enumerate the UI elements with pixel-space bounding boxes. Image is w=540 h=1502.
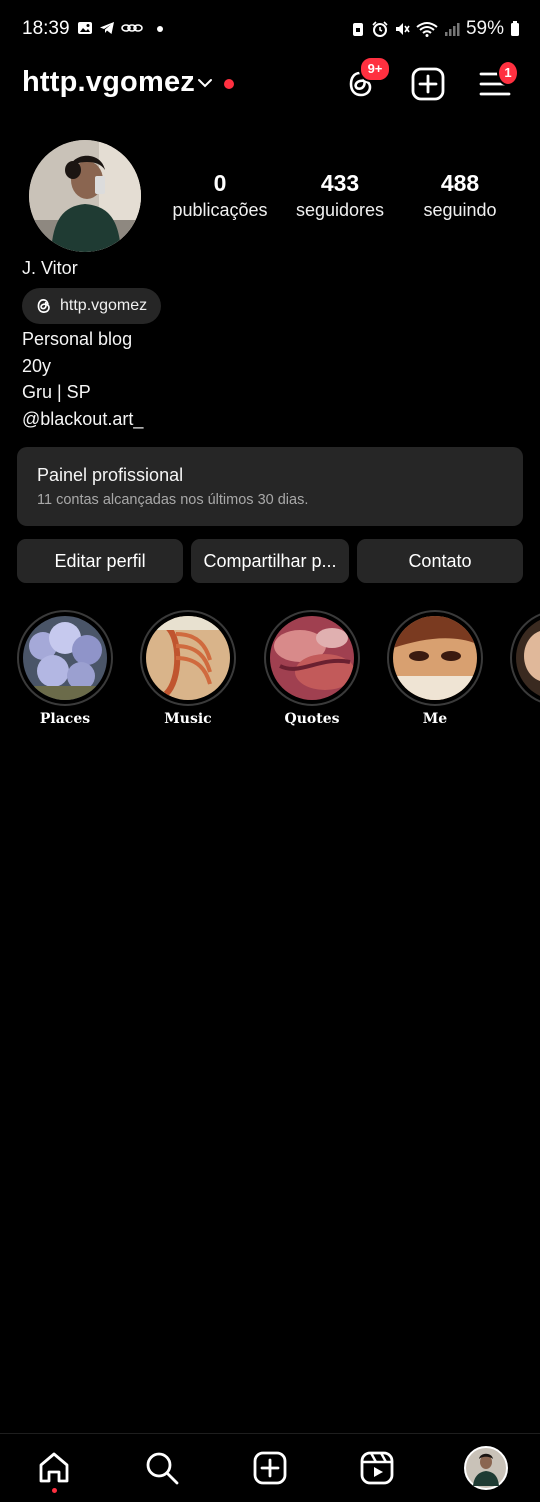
plus-square-icon (411, 67, 445, 101)
stat-posts[interactable]: 0 publicações (160, 168, 280, 222)
highlight-places[interactable]: Places (17, 610, 113, 727)
story-highlights: Places Music Quotes Me (0, 610, 540, 740)
bottom-navigation (0, 1433, 540, 1502)
gallery-icon (78, 22, 92, 34)
highlight-ring (387, 610, 483, 706)
panel-title: Painel profissional (37, 465, 184, 485)
home-icon (39, 1452, 69, 1483)
threads-button[interactable]: 9+ (343, 56, 391, 102)
stat-value: 488 (440, 170, 480, 196)
stat-value: 0 (213, 170, 227, 196)
highlight-label: Music (164, 711, 212, 727)
stat-value: 433 (320, 170, 360, 196)
nav-activity-dot (52, 1488, 57, 1493)
highlight-cover (146, 616, 230, 700)
bio-line: Gru | SP (22, 382, 91, 402)
search-icon (146, 1452, 179, 1485)
account-switcher-username[interactable]: http.vgomez (22, 66, 195, 99)
professional-dashboard-card[interactable]: Painel profissional 11 contas alcançadas… (17, 447, 523, 526)
highlight-ring (510, 610, 540, 706)
highlight-label: Quotes (284, 711, 340, 727)
panel-subtitle: 11 contas alcançadas nos últimos 30 dias… (37, 492, 309, 508)
avatar-photo (29, 140, 141, 252)
status-time: 18:39 (22, 18, 70, 39)
bio-line: 20y (22, 355, 52, 376)
threads-badge: 9+ (359, 56, 391, 82)
threads-handle: http.vgomez (60, 297, 148, 314)
share-profile-button[interactable]: Compartilhar p... (191, 539, 349, 583)
profile-avatar[interactable] (29, 140, 141, 252)
stat-followers[interactable]: 433 seguidores (280, 168, 400, 222)
telegram-icon (100, 22, 114, 34)
highlight-label: Me (422, 711, 448, 727)
chevron-down-icon[interactable] (196, 74, 214, 92)
highlight-label: Places (39, 711, 91, 727)
nav-search[interactable] (142, 1448, 182, 1488)
stat-label: seguindo (423, 200, 497, 220)
nav-home[interactable] (34, 1448, 74, 1493)
profile-header: http.vgomez 9+ 1 (0, 56, 540, 110)
bio-line: Personal blog (22, 329, 133, 349)
notification-dot (224, 79, 234, 89)
menu-button[interactable]: 1 (477, 60, 519, 102)
profile-avatar-icon (464, 1446, 508, 1490)
nav-create[interactable] (250, 1448, 290, 1488)
lock-icon (352, 23, 363, 36)
create-icon (253, 1451, 287, 1485)
threads-icon (37, 299, 50, 313)
highlight-cover (270, 616, 354, 700)
vpn-icon (121, 24, 143, 32)
stat-label: seguidores (295, 200, 385, 220)
nav-profile[interactable] (464, 1446, 508, 1490)
contact-button[interactable]: Contato (356, 539, 524, 583)
highlight-ring (264, 610, 360, 706)
menu-badge: 1 (497, 60, 519, 86)
highlight-cover (393, 616, 477, 700)
create-post-button[interactable] (410, 66, 446, 102)
highlight-ring (140, 610, 236, 706)
profile-actions: Editar perfil Compartilhar p... Contato (17, 539, 524, 583)
stat-following[interactable]: 488 seguindo (400, 168, 520, 222)
battery-percent: 59% (465, 18, 504, 39)
dot-icon (157, 26, 163, 32)
highlight-music[interactable]: Music (140, 610, 236, 727)
highlight-me[interactable]: Me (387, 610, 483, 727)
highlight-quotes[interactable]: Quotes (264, 610, 360, 727)
highlight-cover (23, 616, 107, 700)
signal-icon (444, 23, 460, 36)
threads-profile-link[interactable]: http.vgomez (22, 288, 162, 324)
highlight-ring (17, 610, 113, 706)
stat-label: publicações (172, 200, 268, 220)
highlight-cover (516, 616, 540, 700)
highlight-partial[interactable] (510, 610, 540, 711)
bio-mention-link[interactable]: @blackout.art_ (22, 406, 143, 433)
alarm-icon (372, 21, 388, 37)
nav-reels[interactable] (357, 1448, 397, 1488)
edit-profile-button[interactable]: Editar perfil (17, 539, 184, 583)
battery-icon (511, 21, 519, 36)
profile-full-name: J. Vitor (22, 258, 78, 278)
wifi-icon (416, 22, 438, 37)
reels-icon (360, 1451, 394, 1485)
mute-icon (395, 23, 410, 35)
profile-bio: Personal blog 20y Gru | SP @blackout.art… (22, 326, 143, 432)
status-bar: 18:39 59% (0, 0, 540, 60)
profile-stats: 0 publicações 433 seguidores 488 seguind… (160, 168, 520, 222)
